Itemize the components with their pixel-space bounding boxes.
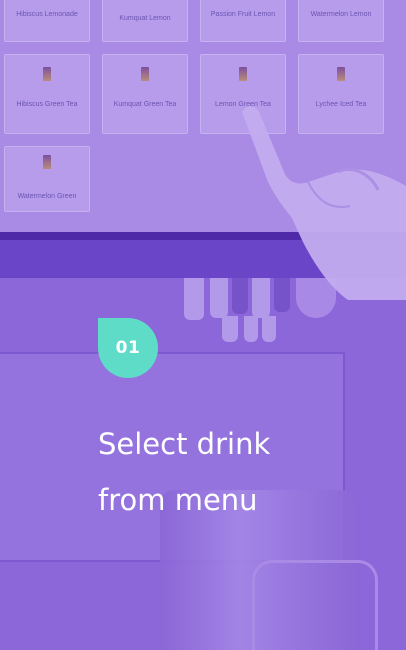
dispenser-nozzle (262, 316, 276, 342)
menu-tile-label: Watermelon Lemon (310, 11, 372, 18)
menu-tile-label: Hibiscus Green Tea (16, 101, 78, 108)
dispenser-nozzle (222, 316, 238, 342)
step-title: Select drink from menu (98, 416, 398, 528)
menu-tile-label: Hibiscus Lemonade (16, 11, 78, 18)
step-card: Hibiscus Lemonade Kumquat Lemon Passion … (0, 0, 406, 650)
menu-tile[interactable]: Watermelon Green (4, 146, 90, 212)
pitcher-handle (252, 560, 378, 650)
step-badge: 01 (98, 318, 158, 378)
menu-tile-label: Kumquat Lemon (119, 15, 171, 22)
step-title-line-2: from menu (98, 483, 258, 517)
step-number: 01 (115, 338, 141, 358)
dispenser-nozzle (210, 278, 228, 318)
menu-tile[interactable]: Passion Fruit Lemon (200, 0, 286, 42)
drink-cup-icon (239, 67, 247, 81)
drink-cup-icon (141, 67, 149, 81)
menu-tile[interactable]: Kumquat Lemon (102, 0, 188, 42)
menu-tile-label: Watermelon Green (17, 193, 77, 200)
menu-tile[interactable]: Hibiscus Lemonade (4, 0, 90, 42)
step-title-line-1: Select drink (98, 427, 271, 461)
dispenser-nozzle (244, 316, 258, 342)
menu-tile-label: Kumquat Green Tea (113, 101, 177, 108)
drink-cup-icon (337, 67, 345, 81)
drink-cup-icon (43, 67, 51, 81)
menu-tile-label: Passion Fruit Lemon (210, 11, 276, 18)
dispenser-nozzle (184, 278, 204, 320)
menu-tile[interactable]: Kumquat Green Tea (102, 54, 188, 134)
menu-tile[interactable]: Watermelon Lemon (298, 0, 384, 42)
drink-cup-icon (43, 155, 51, 169)
menu-tile[interactable]: Hibiscus Green Tea (4, 54, 90, 134)
pointing-hand-icon (242, 106, 406, 300)
